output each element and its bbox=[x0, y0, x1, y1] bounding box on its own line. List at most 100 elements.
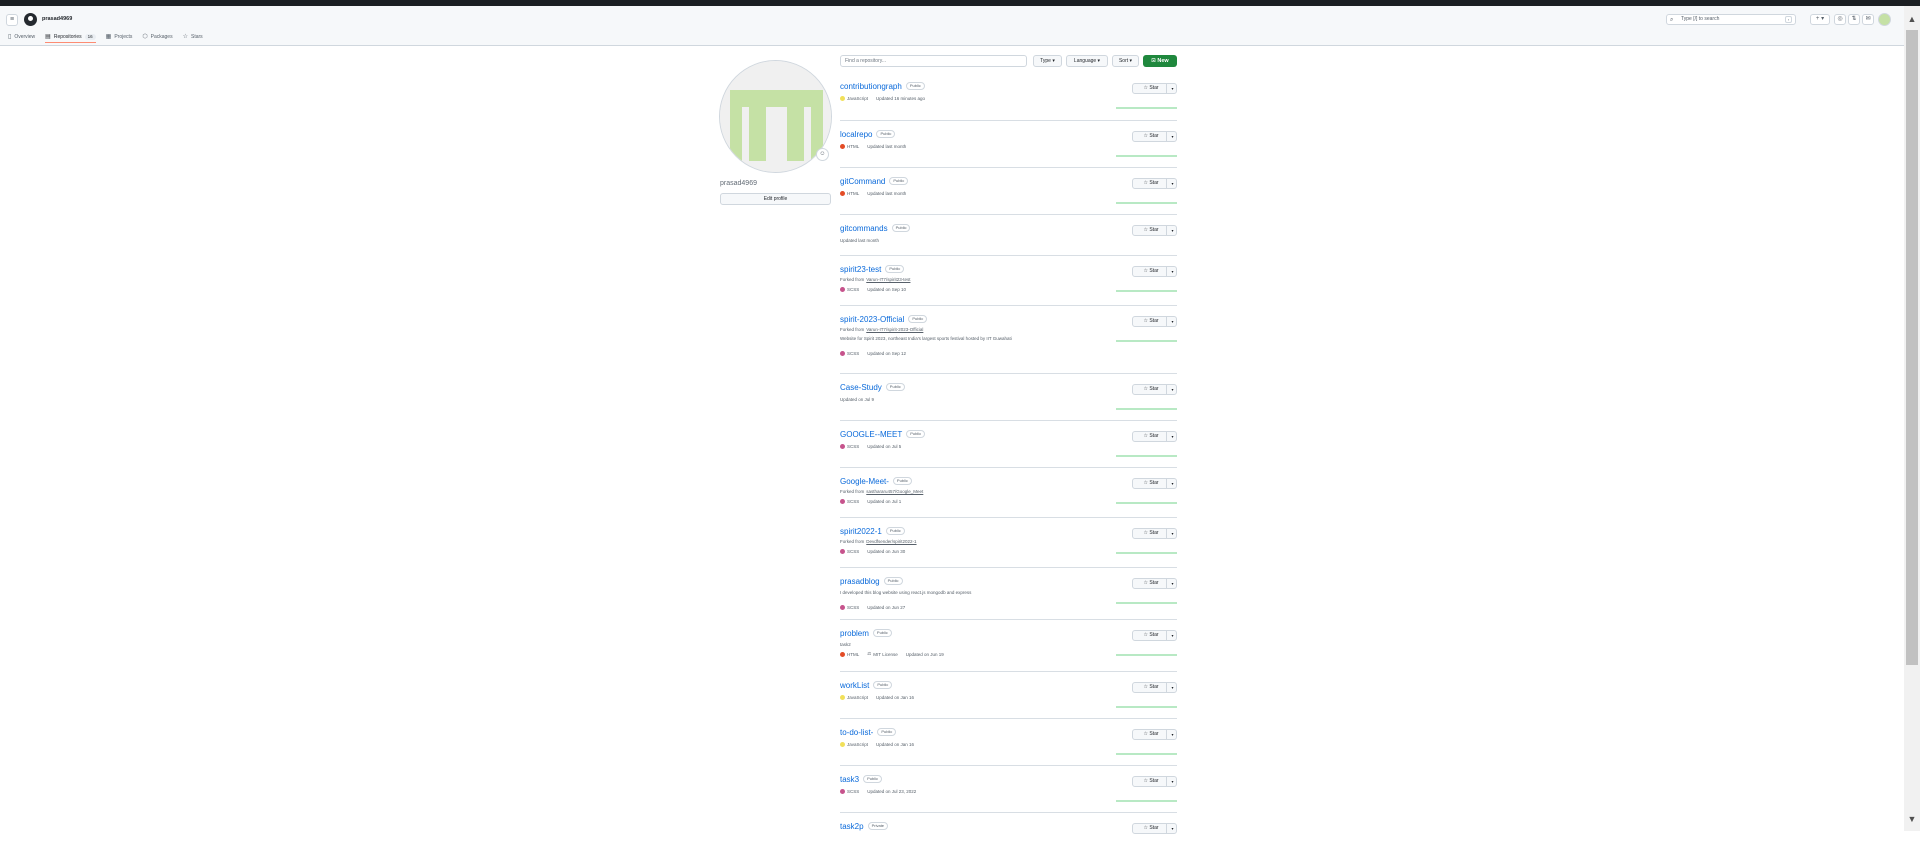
repo-language: JavaScript bbox=[847, 742, 869, 747]
tab-repositories[interactable]: ▤ Repositories 16 bbox=[45, 31, 96, 43]
visibility-badge: Public bbox=[883, 577, 903, 585]
repo-name-link[interactable]: to-do-list- Public bbox=[840, 728, 897, 737]
repo-name-link[interactable]: spirit-2023-Official Public bbox=[840, 315, 928, 324]
repo-updated: Updated last month bbox=[840, 238, 880, 243]
type-filter-button[interactable]: Type ▾ bbox=[1033, 55, 1062, 67]
command-palette-icon[interactable]: › bbox=[1785, 16, 1792, 23]
repo-name-link[interactable]: contributiongraph Public bbox=[840, 82, 925, 91]
tab-packages[interactable]: ⬡ Packages bbox=[142, 31, 172, 43]
repo-item: workList Public JavaScript Updated on Jan 1… bbox=[840, 671, 1177, 719]
language-color-dot bbox=[840, 444, 845, 449]
repo-name-link[interactable]: GOOGLE--MEET Public bbox=[840, 430, 926, 439]
github-logo-icon[interactable] bbox=[24, 13, 37, 26]
forked-source-link[interactable]: Varun-IT7/spirit23-test bbox=[866, 277, 910, 282]
sort-button[interactable]: Sort ▾ bbox=[1112, 55, 1139, 67]
plus-icon[interactable]: + ▾ bbox=[1810, 14, 1830, 25]
star-button[interactable]: ☆ Star ▾ bbox=[1132, 776, 1177, 787]
repo-updated: Updated on Sep 12 bbox=[867, 351, 907, 356]
star-button[interactable]: ☆ Star ▾ bbox=[1132, 384, 1177, 395]
star-button[interactable]: ☆ Star ▾ bbox=[1132, 478, 1177, 489]
activity-sparkline bbox=[1116, 602, 1177, 604]
repo-description: I developed this blog website using reac… bbox=[840, 590, 972, 595]
repo-meta: SCSS Updated on Sep 10 bbox=[840, 287, 906, 292]
repo-name-link[interactable]: spirit2022-1 Public bbox=[840, 527, 905, 536]
star-button[interactable]: ☆ Star ▾ bbox=[1132, 316, 1177, 327]
star-button[interactable]: ☆ Star ▾ bbox=[1132, 266, 1177, 277]
search-input[interactable]: ⌕ Type [/] to search › bbox=[1666, 14, 1796, 25]
pull-requests-icon[interactable]: ⇅ bbox=[1848, 14, 1860, 25]
star-label: Star bbox=[1149, 180, 1159, 186]
tab-overview[interactable]: ▯ Overview bbox=[8, 31, 35, 43]
repo-name-link[interactable]: problem Public bbox=[840, 629, 892, 638]
star-icon: ☆ bbox=[1143, 530, 1148, 536]
header-username[interactable]: prasad4969 bbox=[42, 16, 72, 22]
star-button[interactable]: ☆ Star ▾ bbox=[1132, 225, 1177, 236]
star-list-dropdown-icon[interactable]: ▾ bbox=[1168, 683, 1177, 692]
package-icon: ⬡ bbox=[142, 34, 148, 40]
star-button[interactable]: ☆ Star ▾ bbox=[1132, 431, 1177, 442]
star-label: Star bbox=[1149, 268, 1159, 274]
repo-name-link[interactable]: task2p Private bbox=[840, 822, 889, 831]
repo-name-link[interactable]: Google-Meet- Public bbox=[840, 477, 912, 486]
star-list-dropdown-icon[interactable]: ▾ bbox=[1168, 317, 1177, 326]
star-list-dropdown-icon[interactable]: ▾ bbox=[1168, 226, 1177, 235]
forked-source-link[interactable]: Varun-IT7/spirit-2023-Official bbox=[866, 327, 923, 332]
star-button[interactable]: ☆ Star ▾ bbox=[1132, 682, 1177, 693]
language-filter-button[interactable]: Language ▾ bbox=[1066, 55, 1108, 67]
forked-source-link[interactable]: Devdfsender/spirit2022-1 bbox=[866, 539, 916, 544]
scroll-up-arrow[interactable]: ▲ bbox=[1904, 14, 1920, 24]
tab-projects[interactable]: ▦ Projects bbox=[106, 31, 133, 43]
star-label: Star bbox=[1149, 480, 1159, 486]
star-button[interactable]: ☆ Star ▾ bbox=[1132, 528, 1177, 539]
user-avatar[interactable] bbox=[1878, 13, 1891, 26]
star-button[interactable]: ☆ Star ▾ bbox=[1132, 131, 1177, 142]
new-repository-button[interactable]: ⊡ New bbox=[1143, 55, 1177, 67]
scroll-down-arrow[interactable]: ▼ bbox=[1904, 814, 1920, 824]
star-button[interactable]: ☆ Star ▾ bbox=[1132, 178, 1177, 189]
star-button[interactable]: ☆ Star ▾ bbox=[1132, 83, 1177, 94]
star-button[interactable]: ☆ Star ▾ bbox=[1132, 630, 1177, 641]
repo-name-link[interactable]: gitCommand Public bbox=[840, 177, 909, 186]
star-list-dropdown-icon[interactable]: ▾ bbox=[1168, 479, 1177, 488]
repo-name-link[interactable]: gitcommands Public bbox=[840, 224, 911, 233]
repo-updated: Updated on Jun 27 bbox=[867, 605, 906, 610]
repo-name-link[interactable]: localrepo Public bbox=[840, 130, 896, 139]
repo-name-link[interactable]: Case-Study Public bbox=[840, 383, 905, 392]
star-list-dropdown-icon[interactable]: ▾ bbox=[1168, 631, 1177, 640]
forked-from: Forked from Varun-IT7/spirit23-test bbox=[840, 277, 911, 282]
scrollbar-thumb[interactable] bbox=[1906, 30, 1918, 665]
repo-name-link[interactable]: prasadblog Public bbox=[840, 577, 903, 586]
star-list-dropdown-icon[interactable]: ▾ bbox=[1168, 432, 1177, 441]
star-icon: ☆ bbox=[1143, 180, 1148, 186]
repo-meta: SCSS Updated on Jun 27 bbox=[840, 605, 905, 610]
activity-sparkline bbox=[1116, 340, 1177, 342]
star-label: Star bbox=[1149, 632, 1159, 638]
star-list-dropdown-icon[interactable]: ▾ bbox=[1168, 824, 1177, 833]
star-button[interactable]: ☆ Star ▾ bbox=[1132, 578, 1177, 589]
star-list-dropdown-icon[interactable]: ▾ bbox=[1168, 579, 1177, 588]
star-list-dropdown-icon[interactable]: ▾ bbox=[1168, 529, 1177, 538]
set-status-icon[interactable]: ☺ bbox=[816, 148, 829, 161]
repo-name-link[interactable]: spirit23-test Public bbox=[840, 265, 905, 274]
star-button[interactable]: ☆ Star ▾ bbox=[1132, 823, 1177, 834]
star-list-dropdown-icon[interactable]: ▾ bbox=[1168, 179, 1177, 188]
activity-sparkline bbox=[1116, 800, 1177, 802]
star-list-dropdown-icon[interactable]: ▾ bbox=[1168, 385, 1177, 394]
repo-name-link[interactable]: task3 Public bbox=[840, 775, 883, 784]
star-list-dropdown-icon[interactable]: ▾ bbox=[1168, 730, 1177, 739]
inbox-icon[interactable]: ✉ bbox=[1862, 14, 1874, 25]
star-label: Star bbox=[1149, 133, 1159, 139]
star-list-dropdown-icon[interactable]: ▾ bbox=[1168, 777, 1177, 786]
repo-name-link[interactable]: workList Public bbox=[840, 681, 893, 690]
edit-profile-button[interactable]: Edit profile bbox=[720, 193, 831, 205]
issues-icon[interactable]: ◎ bbox=[1834, 14, 1846, 25]
forked-source-link[interactable]: sasthararu457/Google_Meet bbox=[866, 489, 923, 494]
star-list-dropdown-icon[interactable]: ▾ bbox=[1168, 132, 1177, 141]
star-list-dropdown-icon[interactable]: ▾ bbox=[1168, 84, 1177, 93]
tab-stars[interactable]: ☆ Stars bbox=[183, 31, 203, 43]
star-button[interactable]: ☆ Star ▾ bbox=[1132, 729, 1177, 740]
star-label: Star bbox=[1149, 731, 1159, 737]
star-list-dropdown-icon[interactable]: ▾ bbox=[1168, 267, 1177, 276]
find-repository-input[interactable]: Find a repository... bbox=[840, 55, 1027, 67]
hamburger-icon[interactable]: ≡ bbox=[6, 14, 18, 26]
